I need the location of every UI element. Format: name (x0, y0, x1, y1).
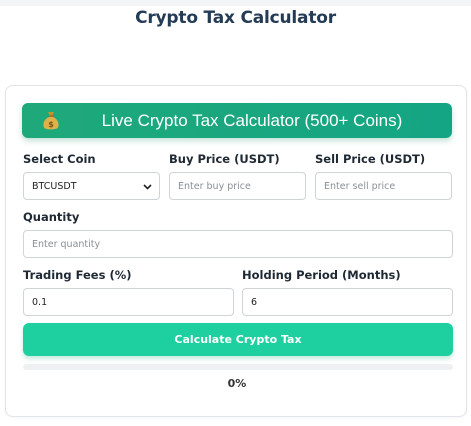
buy-price-label: Buy Price (USDT) (169, 152, 280, 166)
top-strip (0, 0, 471, 6)
calculate-button[interactable]: Calculate Crypto Tax (23, 323, 453, 356)
calculator-card: $ Live Crypto Tax Calculator (500+ Coins… (5, 85, 467, 417)
trading-fees-label: Trading Fees (%) (23, 268, 132, 282)
holding-period-label: Holding Period (Months) (242, 268, 401, 282)
select-coin-label: Select Coin (23, 152, 96, 166)
buy-price-input[interactable]: Enter buy price (169, 172, 306, 200)
progress-text: 0% (227, 377, 247, 390)
calculator-banner: $ Live Crypto Tax Calculator (500+ Coins… (22, 103, 452, 138)
quantity-label: Quantity (23, 210, 80, 224)
holding-period-input[interactable]: 6 (242, 288, 453, 316)
banner-title: Live Crypto Tax Calculator (500+ Coins) (101, 111, 403, 130)
sell-price-label: Sell Price (USDT) (315, 152, 426, 166)
trading-fees-input[interactable]: 0.1 (23, 288, 234, 316)
page-title: Crypto Tax Calculator (135, 8, 336, 28)
quantity-input[interactable]: Enter quantity (23, 230, 453, 258)
coin-select-value: BTCUSDT (32, 180, 77, 192)
coin-select[interactable]: BTCUSDT (23, 172, 160, 200)
chevron-down-icon (143, 184, 152, 190)
sell-price-input[interactable]: Enter sell price (315, 172, 452, 200)
progress-bar (23, 364, 453, 370)
